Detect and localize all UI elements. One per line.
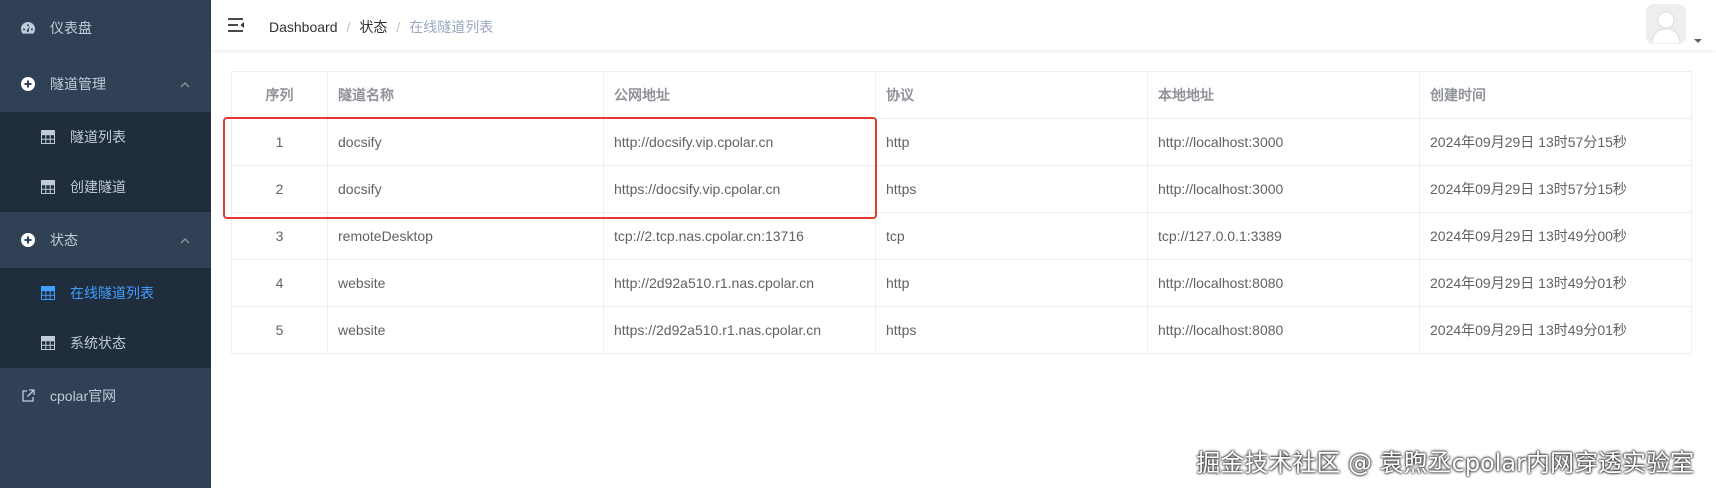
sidebar-item-system-status[interactable]: 系统状态 <box>0 318 211 368</box>
table-cell: 4 <box>231 259 328 307</box>
table-cell: 2024年09月29日 13时49分00秒 <box>1419 212 1692 260</box>
table-cell: 3 <box>231 212 328 260</box>
sidebar-item-label: 仪表盘 <box>50 20 92 36</box>
table-cell: tcp://127.0.0.1:3389 <box>1147 212 1420 260</box>
breadcrumb-separator: / <box>396 19 401 35</box>
sidebar-item-tunnel-list[interactable]: 隧道列表 <box>0 112 211 162</box>
table-cell: remoteDesktop <box>327 212 604 260</box>
avatar[interactable] <box>1646 4 1686 44</box>
table-cell: 1 <box>231 118 328 166</box>
tunnel-table-container: 序列 隧道名称 公网地址 协议 本地地址 创建时间 1 docsify http… <box>231 71 1692 354</box>
table-cell: http <box>875 259 1148 307</box>
table-row[interactable]: 2 docsify https://docsify.vip.cpolar.cn … <box>231 165 1692 213</box>
sidebar-item-create-tunnel[interactable]: 创建隧道 <box>0 162 211 212</box>
table-cell: website <box>327 259 604 307</box>
circle-plus-icon <box>20 232 36 248</box>
column-header: 创建时间 <box>1419 71 1692 119</box>
table-cell: tcp <box>875 212 1148 260</box>
sidebar-item-dashboard[interactable]: 仪表盘 <box>0 0 211 56</box>
breadcrumb-dashboard[interactable]: Dashboard <box>269 19 338 35</box>
sidebar: 仪表盘 隧道管理 隧道列表 创建隧道 状态 在线隧道列表 系统状态 cpolar… <box>0 0 211 488</box>
external-link-icon <box>20 388 36 404</box>
table-cell: https://2d92a510.r1.nas.cpolar.cn <box>603 306 876 354</box>
table-cell: https://docsify.vip.cpolar.cn <box>603 165 876 213</box>
table-cell: 2024年09月29日 13时57分15秒 <box>1419 118 1692 166</box>
caret-down-icon[interactable] <box>1694 32 1702 43</box>
watermark: 掘金技术社区 @ 袁煦丞cpolar内网穿透实验室 <box>1196 449 1694 477</box>
sidebar-item-label: cpolar官网 <box>50 388 117 404</box>
sidebar-item-label: 状态 <box>50 232 78 248</box>
online-tunnel-table: 序列 隧道名称 公网地址 协议 本地地址 创建时间 1 docsify http… <box>231 71 1692 354</box>
table-cell: https <box>875 306 1148 354</box>
table-cell: http://2d92a510.r1.nas.cpolar.cn <box>603 259 876 307</box>
breadcrumb-status[interactable]: 状态 <box>359 17 387 37</box>
sidebar-item-tunnel-management[interactable]: 隧道管理 <box>0 56 211 112</box>
table-cell: 5 <box>231 306 328 354</box>
table-cell: http://localhost:3000 <box>1147 118 1420 166</box>
user-avatar-icon <box>1646 4 1686 44</box>
column-header: 协议 <box>875 71 1148 119</box>
sidebar-item-status[interactable]: 状态 <box>0 212 211 268</box>
grid-icon <box>40 335 56 351</box>
sidebar-item-label: 隧道列表 <box>70 129 126 145</box>
sidebar-item-label: 隧道管理 <box>50 76 106 92</box>
sidebar-item-cpolar-site[interactable]: cpolar官网 <box>0 368 211 424</box>
grid-icon <box>40 179 56 195</box>
table-cell: docsify <box>327 118 604 166</box>
app-root: 仪表盘 隧道管理 隧道列表 创建隧道 状态 在线隧道列表 系统状态 cpolar… <box>0 0 1716 488</box>
sidebar-item-online-tunnel-list[interactable]: 在线隧道列表 <box>0 268 211 318</box>
sidebar-item-label: 创建隧道 <box>70 179 126 195</box>
table-cell: docsify <box>327 165 604 213</box>
table-row[interactable]: 3 remoteDesktop tcp://2.tcp.nas.cpolar.c… <box>231 212 1692 260</box>
table-row[interactable]: 1 docsify http://docsify.vip.cpolar.cn h… <box>231 118 1692 166</box>
circle-plus-icon <box>20 76 36 92</box>
table-cell: https <box>875 165 1148 213</box>
table-cell: tcp://2.tcp.nas.cpolar.cn:13716 <box>603 212 876 260</box>
navbar: Dashboard / 状态 / 在线隧道列表 <box>211 0 1716 50</box>
submenu-tunnel-management: 隧道列表 创建隧道 <box>0 112 211 212</box>
sidebar-item-label: 在线隧道列表 <box>70 285 154 301</box>
table-cell: website <box>327 306 604 354</box>
table-header-row: 序列 隧道名称 公网地址 协议 本地地址 创建时间 <box>231 71 1692 119</box>
table-cell: http://docsify.vip.cpolar.cn <box>603 118 876 166</box>
table-row[interactable]: 4 website http://2d92a510.r1.nas.cpolar.… <box>231 259 1692 307</box>
chevron-up-icon <box>179 234 191 246</box>
chevron-up-icon <box>179 78 191 90</box>
table-cell: http://localhost:3000 <box>1147 165 1420 213</box>
table-cell: http://localhost:8080 <box>1147 259 1420 307</box>
breadcrumb-current: 在线隧道列表 <box>409 19 494 35</box>
submenu-status: 在线隧道列表 系统状态 <box>0 268 211 368</box>
hamburger-menu-icon[interactable] <box>227 17 245 33</box>
column-header: 公网地址 <box>603 71 876 119</box>
breadcrumb-separator: / <box>346 19 351 35</box>
table-cell: 2024年09月29日 13时49分01秒 <box>1419 306 1692 354</box>
breadcrumb: Dashboard / 状态 / 在线隧道列表 <box>269 17 493 37</box>
grid-icon <box>40 129 56 145</box>
column-header: 隧道名称 <box>327 71 604 119</box>
table-cell: http <box>875 118 1148 166</box>
table-cell: http://localhost:8080 <box>1147 306 1420 354</box>
dashboard-icon <box>20 20 36 36</box>
column-header: 序列 <box>231 71 328 119</box>
sidebar-item-label: 系统状态 <box>70 335 126 351</box>
table-row[interactable]: 5 website https://2d92a510.r1.nas.cpolar… <box>231 306 1692 354</box>
table-cell: 2 <box>231 165 328 213</box>
table-cell: 2024年09月29日 13时49分01秒 <box>1419 259 1692 307</box>
column-header: 本地地址 <box>1147 71 1420 119</box>
grid-icon <box>40 285 56 301</box>
table-cell: 2024年09月29日 13时57分15秒 <box>1419 165 1692 213</box>
